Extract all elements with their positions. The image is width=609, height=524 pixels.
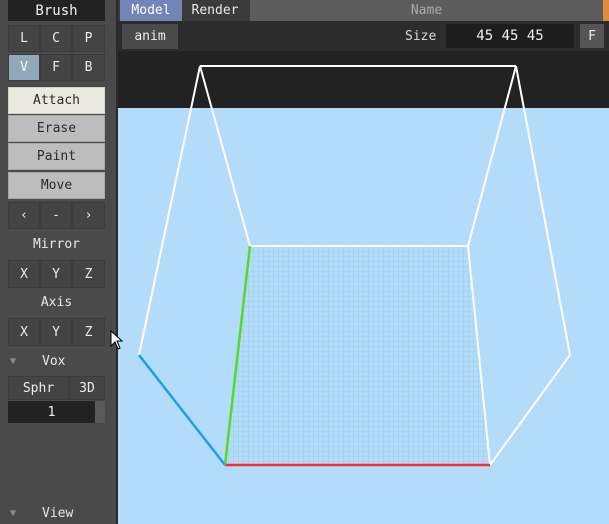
move-button[interactable]: Move bbox=[8, 172, 105, 199]
axis-y-button[interactable]: Y bbox=[40, 318, 72, 346]
axis-label: Axis bbox=[40, 295, 73, 310]
model-toolbar: anim Size 45 45 45 F bbox=[118, 21, 609, 51]
view-label: View bbox=[42, 505, 74, 521]
voxel-editor-window: Brush L C P V F B Attach Erase Paint Mov… bbox=[0, 0, 609, 524]
mouse-cursor-icon bbox=[110, 330, 124, 350]
axis-z-button[interactable]: Z bbox=[72, 318, 105, 346]
next-button[interactable]: › bbox=[72, 202, 105, 229]
floor-grid bbox=[225, 246, 490, 465]
mode-v-button[interactable]: V bbox=[8, 54, 40, 81]
tab-model[interactable]: Model bbox=[120, 0, 182, 21]
vox-size-handle[interactable] bbox=[95, 401, 105, 423]
size-label: Size bbox=[405, 29, 437, 44]
axis-x-button[interactable]: X bbox=[8, 318, 40, 346]
brush-panel-title: Brush bbox=[8, 0, 105, 21]
name-field[interactable]: Name bbox=[250, 0, 603, 21]
3d-toggle-button[interactable]: 3D bbox=[69, 376, 105, 400]
paint-button[interactable]: Paint bbox=[8, 143, 105, 170]
mode-b-button[interactable]: B bbox=[72, 54, 105, 81]
view-section-toggle[interactable]: ▼ View bbox=[10, 504, 110, 522]
fit-button[interactable]: F bbox=[580, 24, 604, 48]
mirror-label: Mirror bbox=[33, 237, 80, 252]
tab-render[interactable]: Render bbox=[182, 0, 248, 21]
mode-f-button[interactable]: F bbox=[40, 54, 72, 81]
triangle-down-icon: ▼ bbox=[10, 507, 17, 519]
brush-panel: Brush L C P V F B Attach Erase Paint Mov… bbox=[0, 0, 118, 524]
triangle-down-icon: ▼ bbox=[10, 355, 17, 367]
vox-section-toggle[interactable]: ▼ Vox bbox=[10, 352, 110, 370]
size-input[interactable]: 45 45 45 bbox=[446, 24, 574, 48]
3d-viewport[interactable] bbox=[118, 51, 609, 524]
mirror-x-button[interactable]: X bbox=[8, 260, 40, 288]
accent-marker bbox=[603, 0, 609, 21]
mirror-z-button[interactable]: Z bbox=[72, 260, 105, 288]
scene-canvas bbox=[138, 65, 571, 467]
z-axis-line bbox=[138, 354, 226, 466]
mode-c-button[interactable]: C bbox=[40, 25, 72, 52]
attach-button[interactable]: Attach bbox=[8, 87, 105, 114]
vox-label: Vox bbox=[42, 353, 66, 369]
prev-button[interactable]: ‹ bbox=[8, 202, 40, 229]
vox-size-field[interactable]: 1 bbox=[8, 401, 95, 423]
tab-anim[interactable]: anim bbox=[122, 24, 178, 49]
top-bar: Model Render Name bbox=[118, 0, 609, 21]
sphere-shape-button[interactable]: Sphr bbox=[8, 376, 69, 400]
erase-button[interactable]: Erase bbox=[8, 115, 105, 142]
mode-l-button[interactable]: L bbox=[8, 25, 40, 52]
mode-p-button[interactable]: P bbox=[72, 25, 105, 52]
mirror-y-button[interactable]: Y bbox=[40, 260, 72, 288]
reset-button[interactable]: - bbox=[40, 202, 72, 229]
